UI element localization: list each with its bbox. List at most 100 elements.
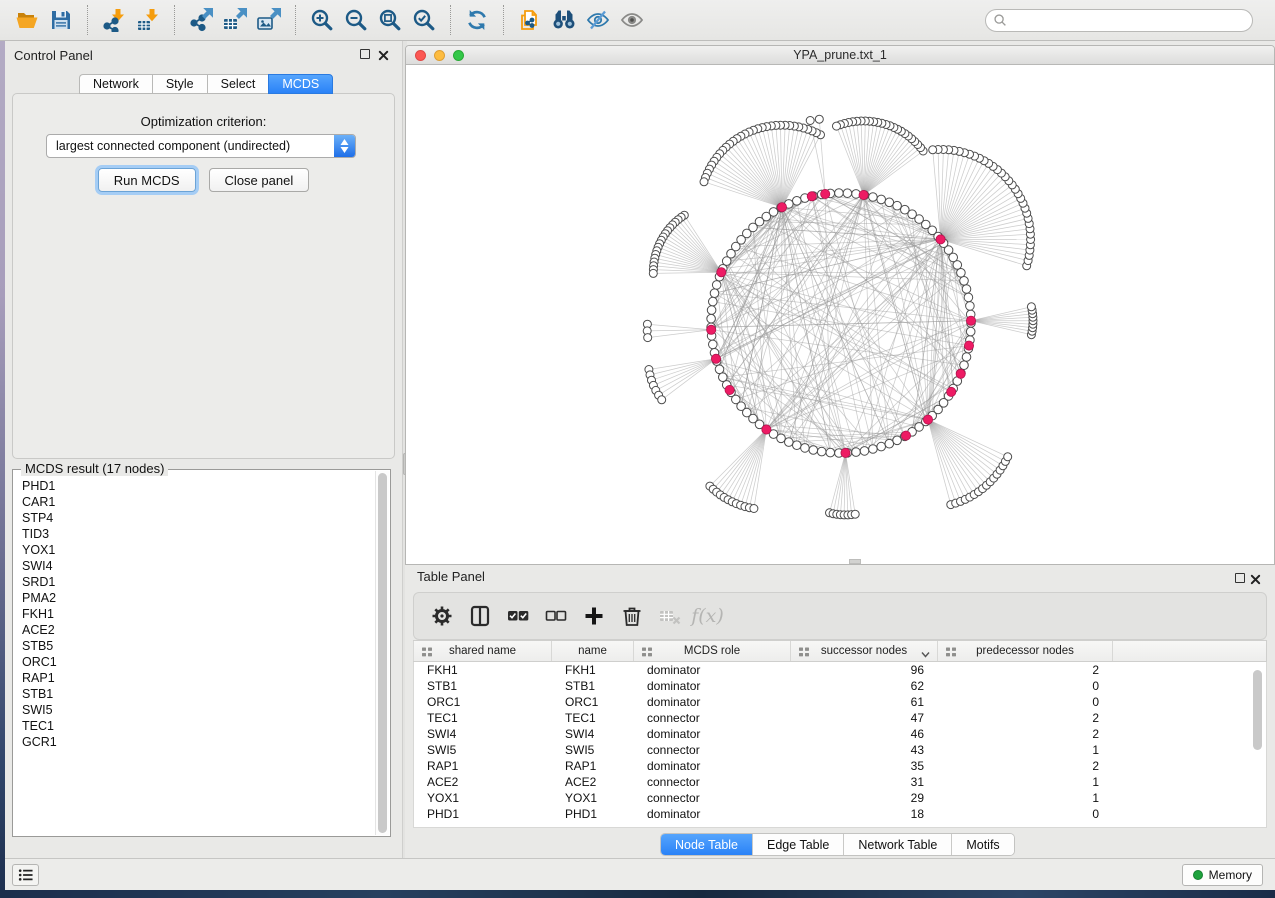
- table-row[interactable]: RAP1RAP1dominator352: [414, 758, 1266, 774]
- close-window-icon[interactable]: [415, 50, 426, 61]
- show-all-button[interactable]: [615, 4, 649, 36]
- table-row[interactable]: ACE2ACE2connector311: [414, 774, 1266, 790]
- search-input[interactable]: [985, 9, 1253, 32]
- mcds-node[interactable]: [821, 189, 830, 198]
- task-history-button[interactable]: [12, 864, 39, 886]
- zoom-in-button[interactable]: [305, 4, 339, 36]
- minimize-window-icon[interactable]: [434, 50, 445, 61]
- ring-nodes[interactable]: [643, 115, 1037, 519]
- table-row[interactable]: PHD1PHD1dominator180: [414, 806, 1266, 822]
- mcds-node[interactable]: [956, 369, 965, 378]
- close-panel-button[interactable]: Close panel: [209, 168, 310, 192]
- clone-network-button[interactable]: [513, 4, 547, 36]
- list-item[interactable]: TID3: [22, 526, 374, 542]
- delete-button[interactable]: [616, 599, 647, 633]
- table-row[interactable]: FKH1FKH1dominator962: [414, 662, 1266, 678]
- tab-edge-table[interactable]: Edge Table: [752, 834, 843, 855]
- list-item[interactable]: CAR1: [22, 494, 374, 510]
- add-button[interactable]: [578, 599, 609, 633]
- network-graph[interactable]: [406, 65, 1275, 565]
- tab-mcds[interactable]: MCDS: [268, 74, 333, 94]
- open-file-button[interactable]: [10, 4, 44, 36]
- network-window-titlebar[interactable]: YPA_prune.txt_1: [406, 46, 1274, 65]
- list-item[interactable]: SWI5: [22, 702, 374, 718]
- close-panel-icon[interactable]: [1250, 572, 1262, 584]
- import-table-button[interactable]: [131, 4, 165, 36]
- mcds-node[interactable]: [762, 425, 771, 434]
- table-scrollbar[interactable]: [1252, 666, 1263, 824]
- list-item[interactable]: TEC1: [22, 718, 374, 734]
- table-row[interactable]: YOX1YOX1connector291: [414, 790, 1266, 806]
- mcds-node[interactable]: [964, 341, 973, 350]
- mcds-node[interactable]: [717, 268, 726, 277]
- scrollbar-thumb[interactable]: [378, 473, 387, 833]
- import-network-button[interactable]: [97, 4, 131, 36]
- tab-node-table[interactable]: Node Table: [661, 834, 752, 855]
- mcds-node[interactable]: [725, 385, 734, 394]
- column-header[interactable]: shared name: [413, 641, 551, 661]
- tab-network-table[interactable]: Network Table: [843, 834, 951, 855]
- mcds-node[interactable]: [707, 325, 716, 334]
- list-item[interactable]: YOX1: [22, 542, 374, 558]
- mcds-list-scrollbar[interactable]: [375, 471, 389, 835]
- mcds-node[interactable]: [841, 448, 850, 457]
- list-item[interactable]: SRD1: [22, 574, 374, 590]
- mcds-node[interactable]: [923, 415, 932, 424]
- export-network-button[interactable]: [184, 4, 218, 36]
- tab-select[interactable]: Select: [207, 74, 269, 94]
- tab-style[interactable]: Style: [152, 74, 207, 94]
- table-row[interactable]: SWI5SWI5connector431: [414, 742, 1266, 758]
- select-all-button[interactable]: [502, 599, 533, 633]
- mcds-node[interactable]: [901, 431, 910, 440]
- mcds-node[interactable]: [859, 190, 868, 199]
- sort-chevron-icon[interactable]: [921, 649, 930, 656]
- memory-button[interactable]: Memory: [1182, 864, 1263, 886]
- list-item[interactable]: RAP1: [22, 670, 374, 686]
- maximize-window-icon[interactable]: [453, 50, 464, 61]
- mcds-node[interactable]: [777, 203, 786, 212]
- find-button[interactable]: [547, 4, 581, 36]
- float-panel-icon[interactable]: [1235, 573, 1245, 583]
- list-item[interactable]: PMA2: [22, 590, 374, 606]
- list-item[interactable]: STP4: [22, 510, 374, 526]
- zoom-fit-button[interactable]: [373, 4, 407, 36]
- zoom-out-button[interactable]: [339, 4, 373, 36]
- list-item[interactable]: GCR1: [22, 734, 374, 750]
- deselect-all-button[interactable]: [540, 599, 571, 633]
- export-table-button[interactable]: [218, 4, 252, 36]
- mcds-node[interactable]: [936, 235, 945, 244]
- split-panel-button[interactable]: [464, 599, 495, 633]
- column-header[interactable]: name: [551, 641, 633, 661]
- save-session-button[interactable]: [44, 4, 78, 36]
- mcds-node[interactable]: [947, 387, 956, 396]
- zoom-selected-button[interactable]: [407, 4, 441, 36]
- tab-motifs[interactable]: Motifs: [951, 834, 1013, 855]
- column-header[interactable]: MCDS role: [633, 641, 790, 661]
- settings-button[interactable]: [426, 599, 457, 633]
- scrollbar-thumb[interactable]: [1253, 670, 1262, 750]
- list-item[interactable]: ORC1: [22, 654, 374, 670]
- mcds-node[interactable]: [807, 192, 816, 201]
- run-mcds-button[interactable]: Run MCDS: [98, 168, 196, 192]
- list-item[interactable]: SWI4: [22, 558, 374, 574]
- column-header[interactable]: successor nodes: [790, 641, 937, 661]
- table-row[interactable]: SWI4SWI4dominator462: [414, 726, 1266, 742]
- list-item[interactable]: PHD1: [22, 478, 374, 494]
- mcds-node[interactable]: [711, 354, 720, 363]
- mcds-node[interactable]: [966, 316, 975, 325]
- list-item[interactable]: STB5: [22, 638, 374, 654]
- network-canvas[interactable]: [406, 65, 1275, 565]
- optimization-criterion-dropdown[interactable]: largest connected component (undirected): [46, 134, 356, 158]
- delete-table-button[interactable]: [654, 599, 685, 633]
- function-builder-button[interactable]: f(x): [692, 599, 723, 633]
- list-item[interactable]: FKH1: [22, 606, 374, 622]
- table-row[interactable]: TEC1TEC1connector472: [414, 710, 1266, 726]
- hide-selected-button[interactable]: [581, 4, 615, 36]
- export-image-button[interactable]: [252, 4, 286, 36]
- horizontal-splitter-handle[interactable]: [849, 559, 861, 564]
- refresh-button[interactable]: [460, 4, 494, 36]
- close-panel-icon[interactable]: [378, 48, 390, 60]
- table-row[interactable]: ORC1ORC1dominator610: [414, 694, 1266, 710]
- float-panel-icon[interactable]: [360, 49, 370, 59]
- tab-network[interactable]: Network: [79, 74, 152, 94]
